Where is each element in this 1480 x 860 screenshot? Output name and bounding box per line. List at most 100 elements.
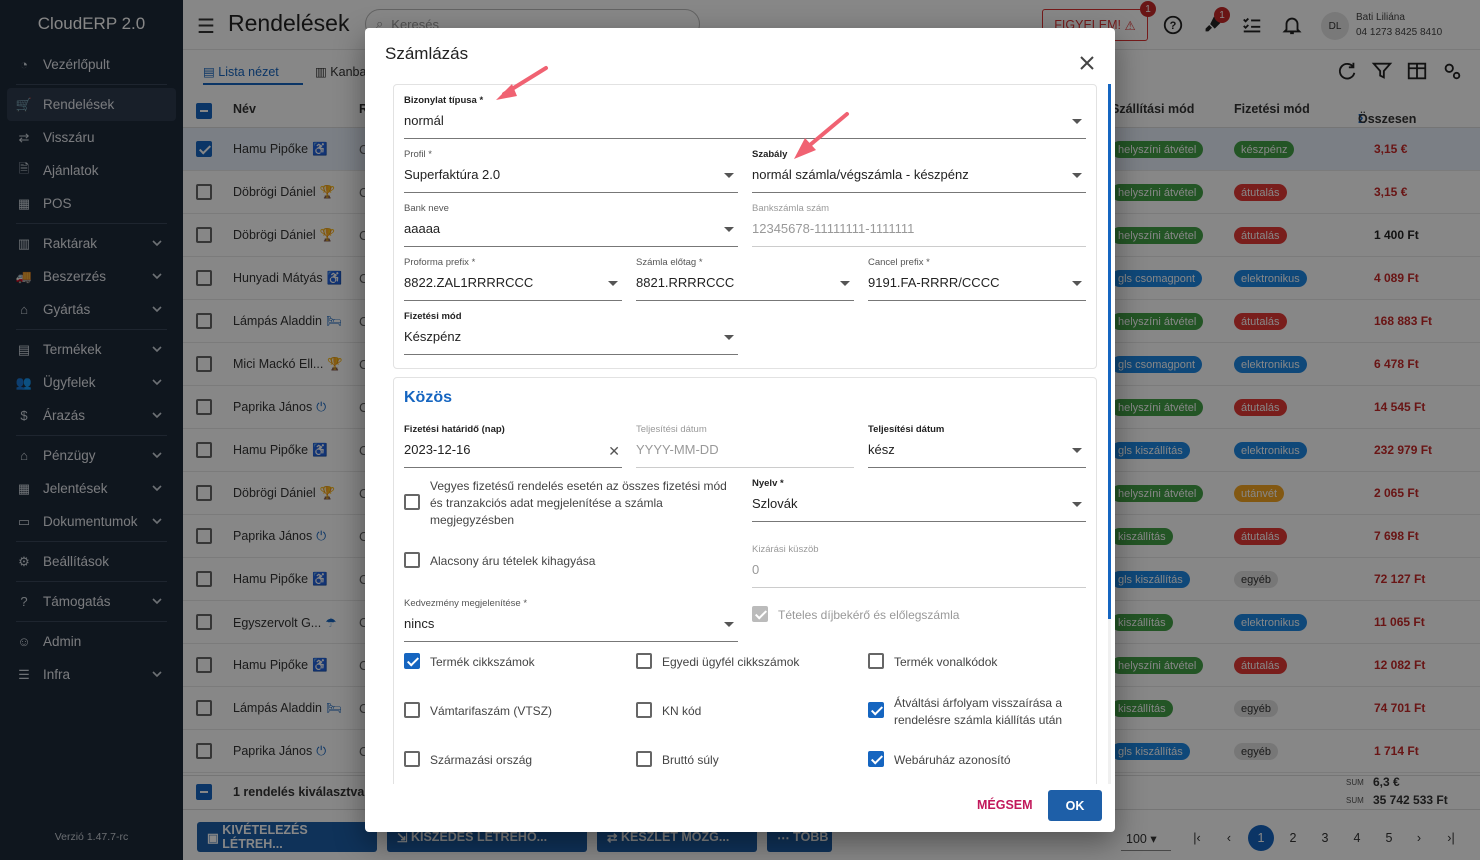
discount-label: Kedvezmény megjelenítése * bbox=[404, 598, 528, 609]
performance-date-select-value: kész bbox=[868, 442, 895, 457]
invoice-prefix-select[interactable]: Számla előtag * 8821.RRRRCCC bbox=[636, 257, 854, 301]
discount-select[interactable]: Kedvezmény megjelenítése * nincs bbox=[404, 598, 738, 642]
chevron-down-icon bbox=[1072, 119, 1082, 124]
doc-type-label: Bizonylat típusa * bbox=[404, 95, 484, 106]
dialog-scrollbar[interactable] bbox=[1108, 84, 1111, 784]
cancel-prefix-label: Cancel prefix * bbox=[868, 257, 930, 268]
option-checkbox[interactable]: Bruttó súly bbox=[636, 751, 851, 781]
common-section-title: Közös bbox=[404, 389, 452, 406]
annotation-arrow-doc-type bbox=[496, 66, 548, 100]
chevron-down-icon bbox=[724, 335, 734, 340]
performance-date-select-label: Teljesítési dátum bbox=[868, 424, 945, 435]
scroll-thumb[interactable] bbox=[1108, 84, 1111, 619]
option-box[interactable] bbox=[636, 751, 652, 767]
invoice-prefix-label: Számla előtag * bbox=[636, 257, 703, 268]
option-checkbox[interactable]: Egyedi ügyfél cikkszámok bbox=[636, 653, 851, 683]
low-value-checkbox[interactable]: Alacsony áru tételek kihagyása bbox=[404, 552, 734, 582]
performance-date-placeholder: YYYY-MM-DD bbox=[636, 442, 719, 457]
language-label: Nyelv * bbox=[752, 478, 784, 489]
threshold-value: 0 bbox=[752, 562, 760, 577]
option-label: Webáruház azonosító bbox=[894, 753, 1011, 767]
dialog-body: Bizonylat típusa * normál Profil * Super… bbox=[391, 84, 1111, 784]
option-checkbox[interactable]: Vámtarifaszám (VTSZ) bbox=[404, 702, 619, 732]
chevron-down-icon bbox=[608, 281, 618, 286]
proforma-prefix-label: Proforma prefix * bbox=[404, 257, 476, 268]
threshold-field: Kizárási küszöb 0 bbox=[752, 544, 1086, 588]
invoicing-dialog: Számlázás Bizonylat típusa * normál Prof… bbox=[365, 28, 1115, 832]
option-checkbox[interactable]: Átváltási árfolyam visszaírása a rendelé… bbox=[868, 694, 1078, 727]
chevron-down-icon bbox=[1072, 448, 1082, 453]
low-value-box[interactable] bbox=[404, 552, 420, 568]
option-box[interactable] bbox=[868, 702, 884, 718]
app-root: CloudERP 2.0 ◔ Vezérlőpult 🛒 Rendelések ⇄ Vis… bbox=[0, 0, 1480, 860]
chevron-down-icon bbox=[724, 227, 734, 232]
chevron-down-icon bbox=[1072, 281, 1082, 286]
language-select[interactable]: Nyelv * Szlovák bbox=[752, 478, 1086, 522]
threshold-label: Kizárási küszöb bbox=[752, 544, 819, 555]
language-value: Szlovák bbox=[752, 496, 798, 511]
dialog-title: Számlázás bbox=[385, 44, 469, 63]
performance-date-field: Teljesítési dátum YYYY-MM-DD bbox=[636, 424, 854, 468]
option-box[interactable] bbox=[404, 702, 420, 718]
bank-name-value: aaaaa bbox=[404, 221, 441, 236]
cancel-prefix-select[interactable]: Cancel prefix * 9191.FA-RRRR/CCCC bbox=[868, 257, 1086, 301]
bank-account-value: 12345678-11111111-1111111 bbox=[752, 221, 915, 236]
mixed-payment-checkbox[interactable]: Vegyes fizetésű rendelés esetén az össze… bbox=[404, 479, 734, 546]
option-box[interactable] bbox=[868, 751, 884, 767]
ok-button[interactable]: OK bbox=[1048, 790, 1102, 821]
chevron-down-icon bbox=[1072, 173, 1082, 178]
option-checkbox[interactable]: KN kód bbox=[636, 702, 851, 732]
option-box[interactable] bbox=[404, 653, 420, 669]
cancel-prefix-value: 9191.FA-RRRR/CCCC bbox=[868, 275, 1000, 290]
annotation-arrow-rule bbox=[794, 112, 849, 159]
close-icon[interactable] bbox=[1077, 53, 1097, 73]
option-checkbox[interactable]: Webáruház azonosító bbox=[868, 751, 1083, 781]
option-label: KN kód bbox=[662, 704, 702, 718]
due-date-label: Fizetési határidő (nap) bbox=[404, 424, 505, 435]
proforma-prefix-value: 8822.ZAL1RRRRCCC bbox=[404, 275, 534, 290]
rule-label: Szabály bbox=[752, 149, 788, 160]
chevron-down-icon bbox=[1072, 502, 1082, 507]
option-box[interactable] bbox=[868, 653, 884, 669]
discount-value: nincs bbox=[404, 616, 435, 631]
profile-select[interactable]: Profil * Superfaktúra 2.0 bbox=[404, 149, 738, 193]
option-label: Származási ország bbox=[430, 753, 533, 767]
profile-value: Superfaktúra 2.0 bbox=[404, 167, 501, 182]
bank-account-label: Bankszámla szám bbox=[752, 203, 830, 214]
option-label: Vámtarifaszám (VTSZ) bbox=[430, 704, 553, 718]
option-checkbox[interactable]: Termék vonalkódok bbox=[868, 653, 1083, 683]
option-box[interactable] bbox=[636, 702, 652, 718]
invoice-settings-card: Bizonylat típusa * normál Profil * Super… bbox=[393, 84, 1097, 369]
profile-label: Profil * bbox=[404, 149, 432, 160]
doc-type-value: normál bbox=[404, 113, 444, 128]
option-checkbox[interactable]: Származási ország bbox=[404, 751, 619, 781]
low-value-label: Alacsony áru tételek kihagyása bbox=[430, 554, 596, 568]
mixed-payment-box[interactable] bbox=[404, 494, 420, 510]
itemized-checkbox: Tételes díjbekérő és előlegszámla bbox=[752, 606, 1082, 636]
option-label: Bruttó súly bbox=[662, 753, 719, 767]
bank-account-field: Bankszámla szám 12345678-11111111-111111… bbox=[752, 203, 1086, 247]
due-date-field[interactable]: Fizetési határidő (nap) 2023-12-16 ✕ bbox=[404, 424, 622, 468]
common-settings-card: Közös Fizetési határidő (nap) 2023-12-16… bbox=[393, 377, 1097, 784]
bank-name-select[interactable]: Bank neve aaaaa bbox=[404, 203, 738, 247]
performance-date-select[interactable]: Teljesítési dátum kész bbox=[868, 424, 1086, 468]
itemized-box bbox=[752, 606, 768, 622]
invoice-prefix-value: 8821.RRRRCCC bbox=[636, 275, 735, 290]
itemized-label: Tételes díjbekérő és előlegszámla bbox=[778, 608, 960, 622]
option-box[interactable] bbox=[636, 653, 652, 669]
option-box[interactable] bbox=[404, 751, 420, 767]
dialog-actions: MÉGSEM OK bbox=[365, 784, 1115, 832]
payment-method-label: Fizetési mód bbox=[404, 311, 462, 322]
proforma-prefix-select[interactable]: Proforma prefix * 8822.ZAL1RRRRCCC bbox=[404, 257, 622, 301]
option-checkbox[interactable]: Termék cikkszámok bbox=[404, 653, 619, 683]
performance-date-label: Teljesítési dátum bbox=[636, 424, 707, 435]
due-date-value: 2023-12-16 bbox=[404, 442, 471, 457]
mixed-payment-label: Vegyes fizetésű rendelés esetén az össze… bbox=[430, 479, 727, 527]
chevron-down-icon bbox=[724, 622, 734, 627]
payment-method-select[interactable]: Fizetési mód Készpénz bbox=[404, 311, 738, 355]
option-label: Egyedi ügyfél cikkszámok bbox=[662, 655, 800, 669]
option-label: Átváltási árfolyam visszaírása a rendelé… bbox=[894, 696, 1063, 727]
cancel-button[interactable]: MÉGSEM bbox=[977, 798, 1033, 812]
rule-value: normál számla/végszámla - készpénz bbox=[752, 167, 969, 182]
clear-icon[interactable]: ✕ bbox=[608, 443, 620, 460]
